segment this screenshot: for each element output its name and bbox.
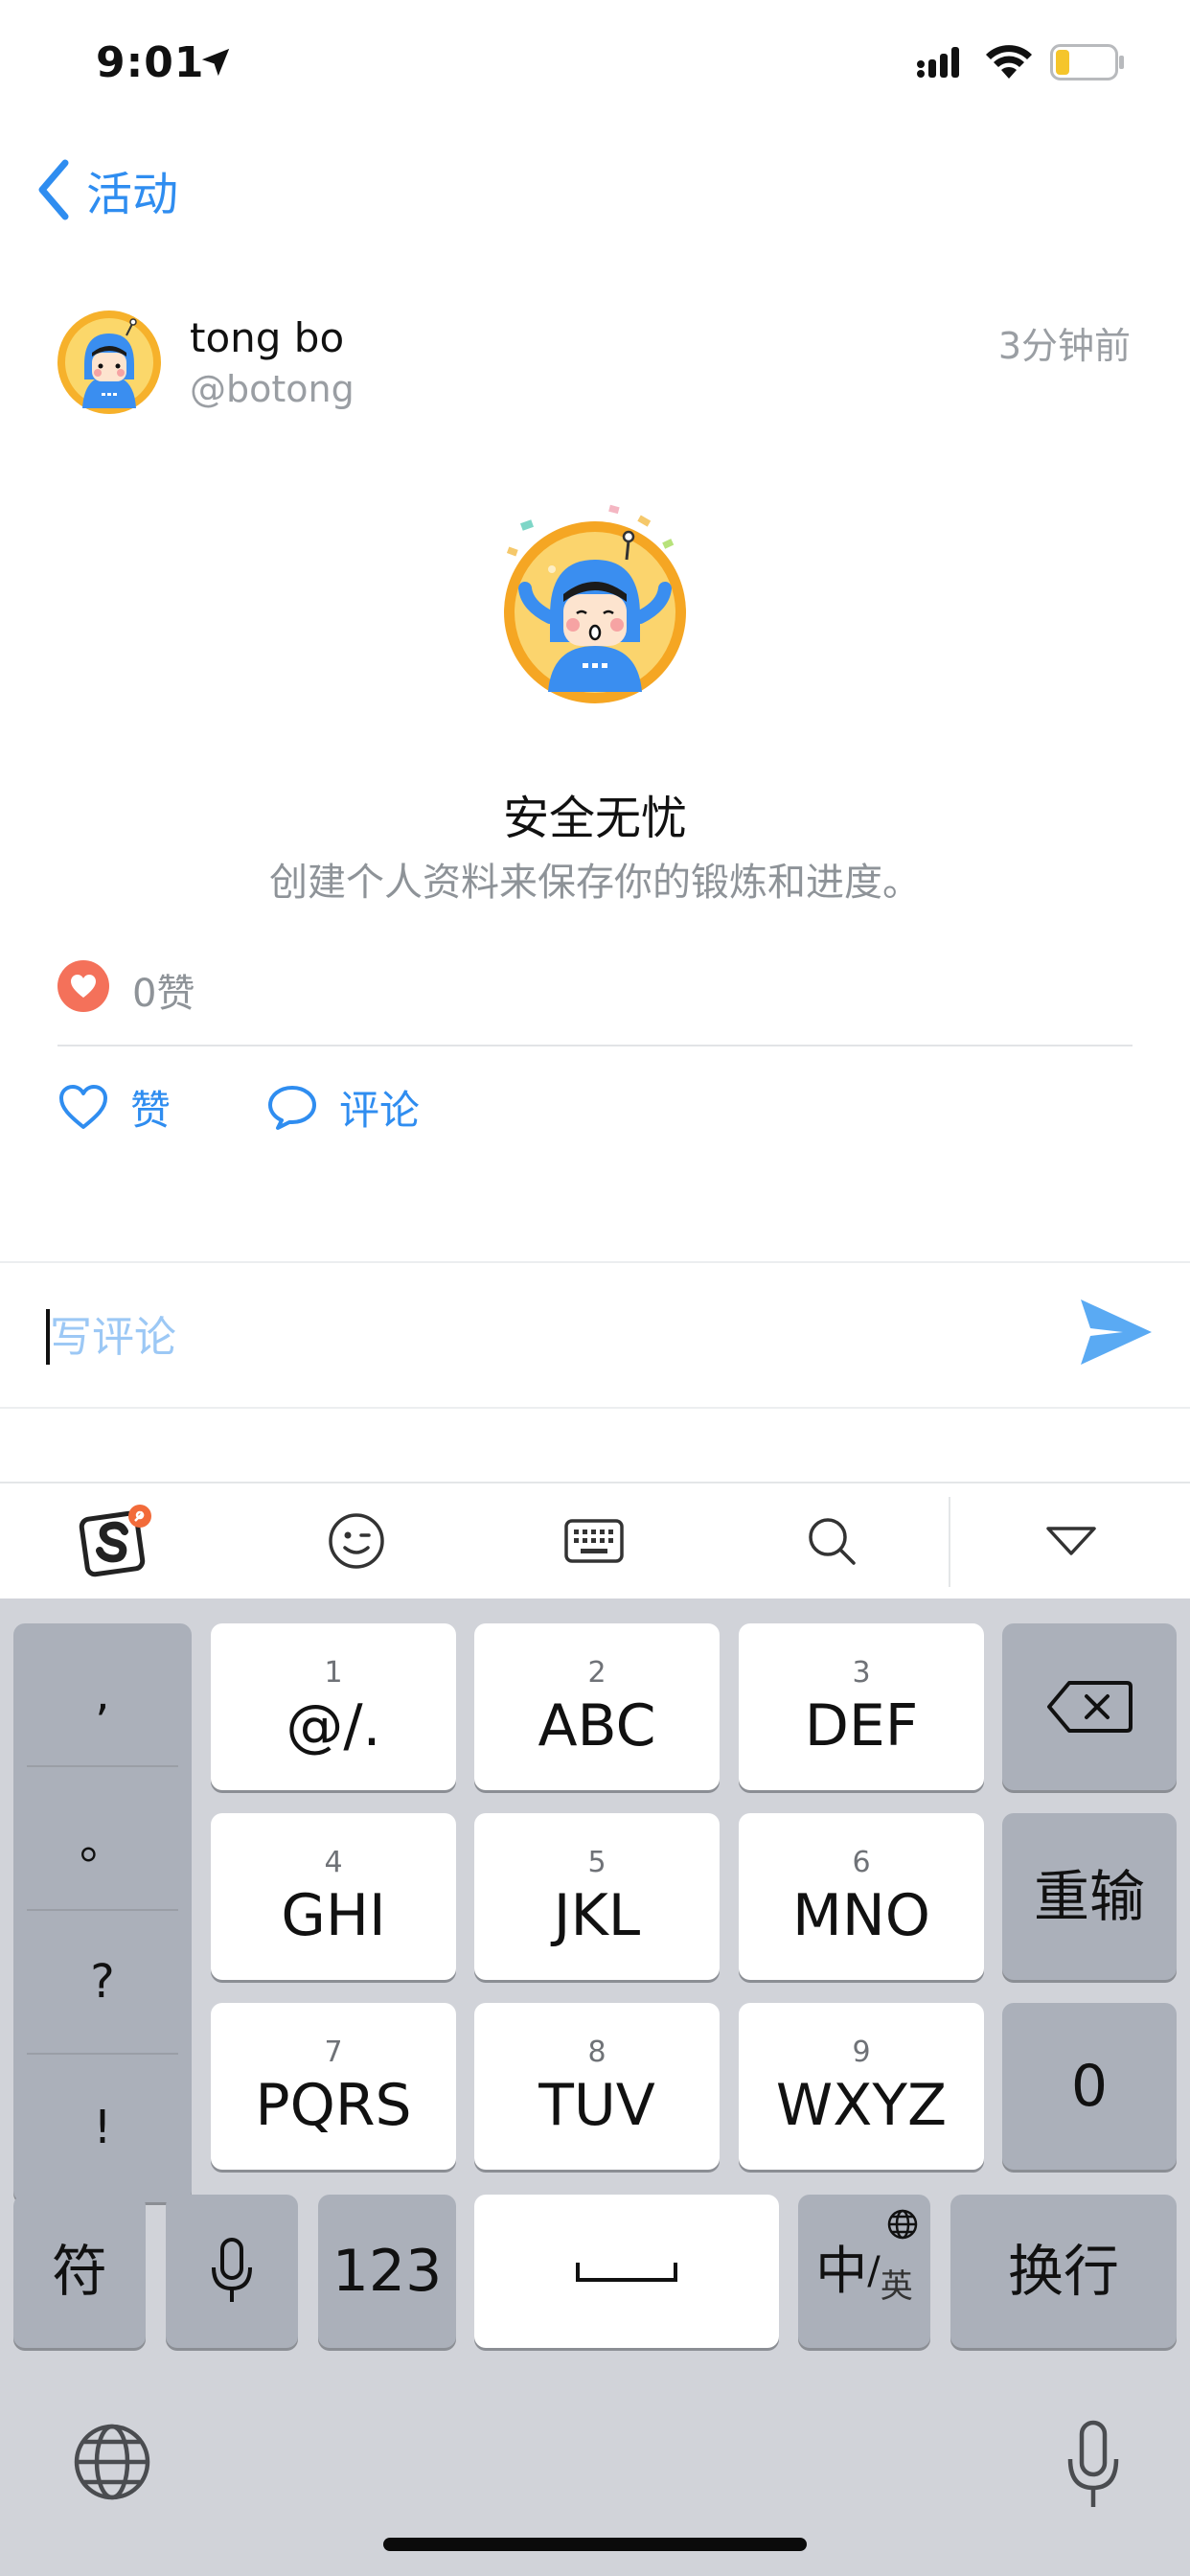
send-icon[interactable] [1077, 1296, 1156, 1368]
chevron-left-icon [38, 159, 69, 220]
key-period[interactable]: 。 [13, 1767, 192, 1909]
collapse-keyboard-icon[interactable] [1033, 1503, 1110, 1579]
badge-title: 安全无忧 [502, 792, 687, 845]
ime-toolbar [0, 1482, 1190, 1598]
like-count[interactable]: 0赞 [132, 962, 195, 1018]
home-indicator [383, 2538, 807, 2551]
key-label: 换行 [1007, 2239, 1119, 2304]
comment-button[interactable]: 评论 [266, 1075, 420, 1138]
key-number: 7 [324, 2036, 343, 2069]
key-8[interactable]: 8 TUV [474, 2003, 720, 2170]
dictation-microphone-icon[interactable] [1065, 2419, 1121, 2511]
key-1[interactable]: 1 @/. [211, 1623, 456, 1790]
globe-small-icon [887, 2209, 918, 2240]
badge-description: 创建个人资料来保存你的锻炼和进度。 [269, 861, 921, 905]
key-exclamation[interactable]: ! [13, 2057, 192, 2198]
backspace-icon [1047, 1681, 1133, 1733]
status-time: 9:01 [96, 38, 205, 87]
space-icon [576, 2263, 677, 2282]
avatar[interactable] [56, 309, 163, 416]
return-key[interactable]: 换行 [950, 2195, 1177, 2348]
location-arrow-icon [201, 48, 230, 77]
key-label: @/. [286, 1692, 381, 1760]
post-timestamp: 3分钟前 [997, 325, 1131, 367]
key-label: JKL [553, 1882, 641, 1949]
back-label: 活动 [86, 168, 179, 221]
heart-badge-icon [57, 960, 109, 1012]
key-label: 中 [815, 2241, 868, 2301]
key-3[interactable]: 3 DEF [739, 1623, 984, 1790]
key-9[interactable]: 9 WXYZ [739, 2003, 984, 2170]
wifi-icon [986, 45, 1032, 79]
key-label: MNO [792, 1882, 930, 1949]
key-number: 5 [587, 1846, 606, 1879]
key-number: 8 [587, 2036, 606, 2069]
user-name[interactable]: tong bo [190, 314, 344, 361]
key-6[interactable]: 6 MNO [739, 1813, 984, 1980]
key-label: 123 [332, 2238, 443, 2305]
search-icon[interactable] [793, 1503, 870, 1579]
numbers-key[interactable]: 123 [318, 2195, 456, 2348]
key-number: 1 [324, 1656, 343, 1690]
achievement-badge-image [504, 504, 686, 703]
divider [27, 2053, 178, 2055]
key-number: 6 [852, 1846, 871, 1879]
reinput-key[interactable]: 重输 [1002, 1813, 1177, 1980]
like-label: 赞 [130, 1086, 172, 1134]
key-label: GHI [281, 1882, 386, 1949]
globe-icon[interactable] [71, 2421, 153, 2503]
backspace-key[interactable] [1002, 1623, 1177, 1790]
space-key[interactable] [474, 2195, 779, 2348]
divider [0, 1407, 1190, 1409]
voice-input-key[interactable] [166, 2195, 298, 2348]
comment-input[interactable] [50, 1303, 1008, 1370]
key-label: 符 [51, 2239, 107, 2304]
user-handle: @botong [190, 368, 355, 410]
comment-label: 评论 [339, 1086, 421, 1134]
key-comma[interactable]: , [13, 1623, 192, 1765]
sogou-logo-icon[interactable] [79, 1503, 155, 1579]
language-switch-key[interactable]: 中 / 英 [798, 2195, 930, 2348]
key-question[interactable]: ? [13, 1911, 192, 2053]
key-0[interactable]: 0 [1002, 2003, 1177, 2170]
key-label: PQRS [255, 2072, 412, 2139]
key-label: 重输 [1033, 1864, 1145, 1929]
key-label: WXYZ [775, 2072, 948, 2139]
emoji-icon[interactable] [318, 1503, 395, 1579]
key-2[interactable]: 2 ABC [474, 1623, 720, 1790]
key-7[interactable]: 7 PQRS [211, 2003, 456, 2170]
cellular-signal-icon [917, 47, 959, 78]
key-label: TUV [538, 2072, 655, 2139]
divider [57, 1045, 1133, 1046]
key-label: DEF [804, 1692, 919, 1760]
key-sublabel: 英 [880, 2266, 913, 2306]
key-number: 9 [852, 2036, 871, 2069]
key-5[interactable]: 5 JKL [474, 1813, 720, 1980]
key-label: ABC [538, 1692, 656, 1760]
slash-separator: / [867, 2249, 881, 2293]
microphone-icon [212, 2238, 252, 2302]
battery-icon [1050, 44, 1124, 80]
speech-bubble-icon [268, 1086, 316, 1130]
heart-outline-icon [59, 1085, 107, 1129]
toolbar-separator [949, 1497, 950, 1587]
punctuation-column: , 。 ? ! [13, 1623, 192, 2202]
key-number: 4 [324, 1846, 343, 1879]
like-button[interactable]: 赞 [57, 1075, 171, 1138]
key-number: 3 [852, 1656, 871, 1690]
key-label: 0 [1070, 2053, 1109, 2120]
keyboard-icon[interactable] [556, 1503, 632, 1579]
back-button[interactable]: 活动 [34, 153, 178, 226]
key-4[interactable]: 4 GHI [211, 1813, 456, 1980]
text-cursor [46, 1309, 50, 1365]
keyboard: , 。 ? ! 1 @/. 2 ABC 3 DEF 4 GHI 5 JKL 6 … [0, 1598, 1190, 2361]
key-number: 2 [587, 1656, 606, 1690]
symbols-key[interactable]: 符 [13, 2195, 146, 2348]
